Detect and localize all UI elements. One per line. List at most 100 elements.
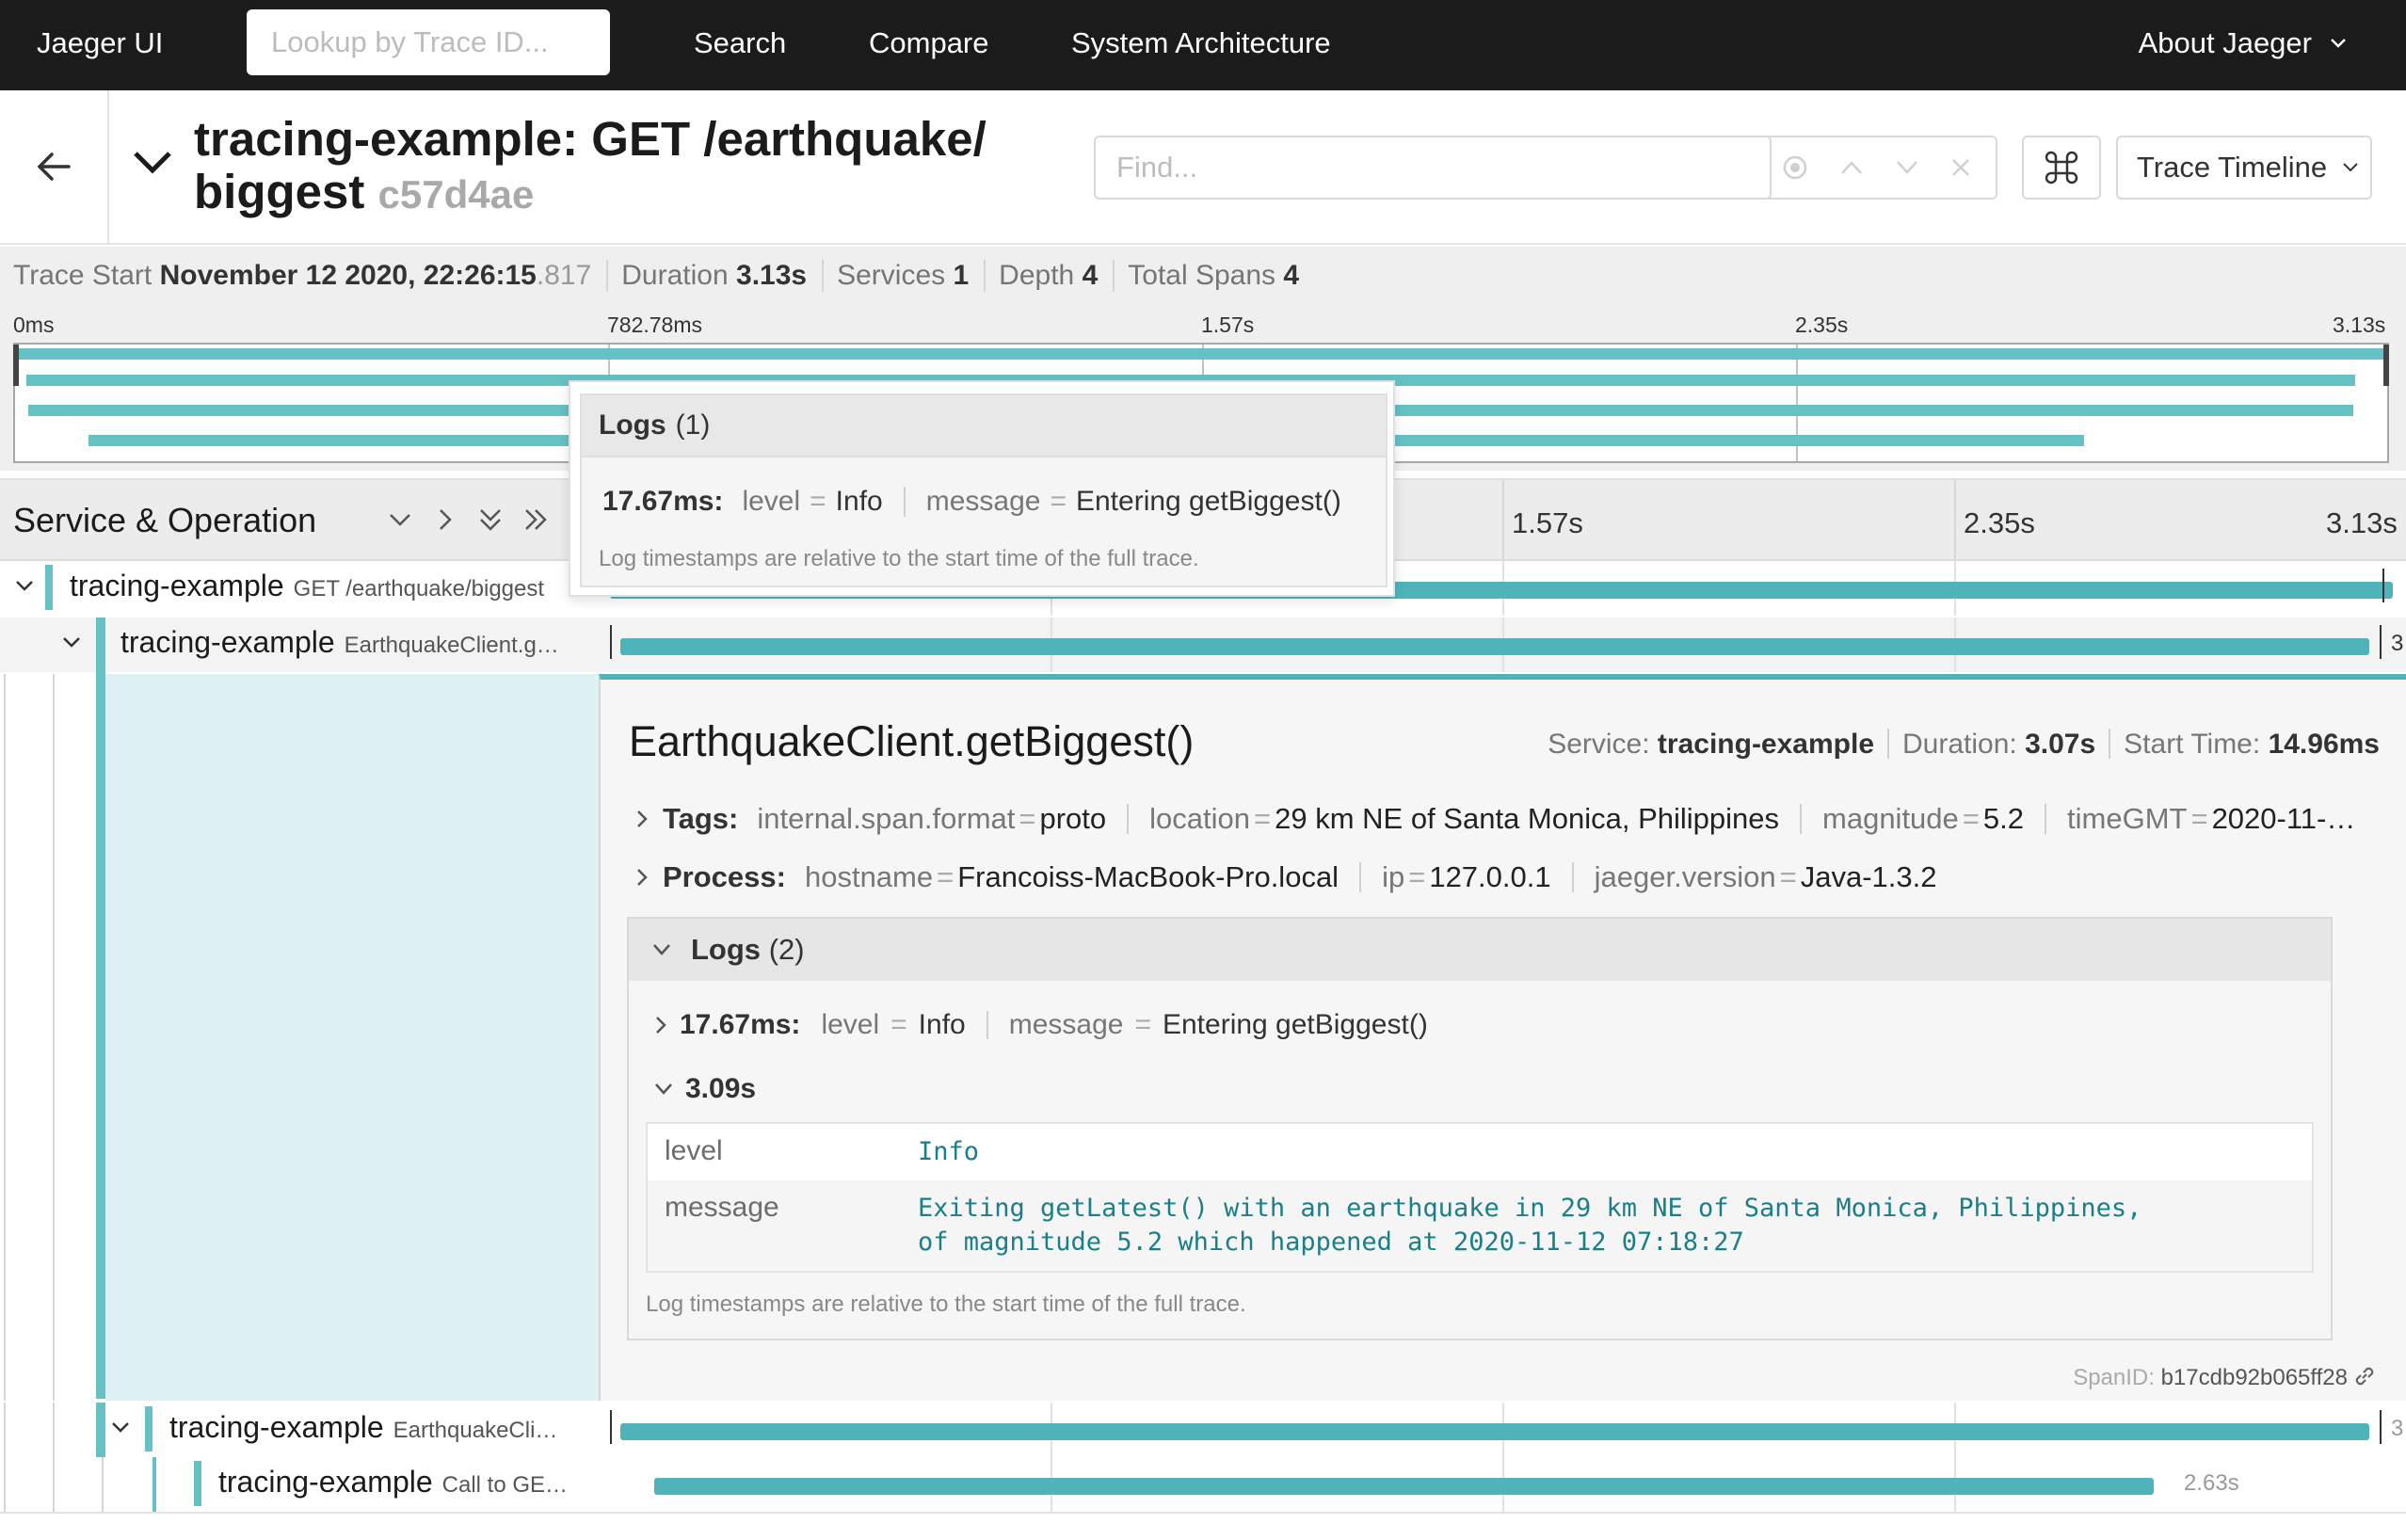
back-button[interactable] (0, 90, 109, 243)
find-controls (1756, 136, 1997, 200)
link-icon[interactable] (2351, 1363, 2378, 1389)
trace-summary: Trace Start November 12 2020, 22:26:15.8… (0, 247, 2406, 305)
span-detail-title: EarthquakeClient.getBiggest() (629, 717, 1195, 765)
trace-total-spans: Total Spans 4 (1128, 260, 1300, 291)
chevron-down-icon (2331, 39, 2346, 48)
span-label-cell[interactable]: tracing-example Call to GE… (0, 1457, 599, 1512)
tags-row[interactable]: Tags: internal.span.format = proto locatio… (634, 802, 2355, 836)
span-duration-label: 3 (2391, 1416, 2404, 1441)
span-end-tick (2382, 569, 2384, 602)
trace-id-lookup-input[interactable] (247, 9, 610, 75)
span-end-tick (2380, 1410, 2382, 1444)
collapse-one-icon[interactable] (386, 503, 414, 537)
span-label-cell[interactable]: tracing-example EarthquakeClient.g… (0, 618, 599, 674)
chevron-up-icon[interactable] (1839, 159, 1864, 176)
span-name: tracing-example GET /earthquake/biggest (70, 569, 545, 602)
expand-controls (386, 503, 550, 537)
process-row[interactable]: Process: hostname = Francoiss-MacBook-Pro.… (634, 860, 1937, 894)
expand-one-icon[interactable] (431, 503, 459, 537)
keyboard-shortcuts-button[interactable] (2022, 136, 2101, 200)
top-nav: Jaeger UI Search Compare System Architec… (0, 0, 2406, 90)
timeline-tick: 1.57s (1512, 506, 1583, 539)
span-row[interactable]: tracing-example Call to GE… 2.63s (0, 1457, 2406, 1512)
chevron-down-icon[interactable] (653, 1082, 674, 1097)
span-detail-meta: Service: tracing-example Duration: 3.07s… (1548, 729, 2380, 760)
view-mode-select[interactable]: Trace Timeline (2116, 136, 2372, 200)
brand-link[interactable]: Jaeger UI (37, 26, 163, 60)
logs-header[interactable]: Logs (2) (629, 919, 2331, 981)
nav-system-architecture-link[interactable]: System Architecture (1071, 26, 1331, 60)
detail-indent-gutter (0, 640, 599, 1401)
minimap-tick: 1.57s (1201, 313, 1255, 337)
log-field-row: message Exiting getLatest() with an eart… (647, 1180, 2313, 1272)
span-bar-cell[interactable]: 2.63s (599, 1457, 2406, 1512)
popover-footnote: Log timestamps are relative to the start… (599, 546, 1199, 571)
chevron-down-icon[interactable] (651, 942, 672, 957)
trace-start: Trace Start November 12 2020, 22:26:15.8… (13, 260, 609, 292)
span-start-tick (610, 1410, 612, 1444)
about-jaeger-menu[interactable]: About Jaeger (2139, 26, 2348, 60)
span-row[interactable]: tracing-example EarthquakeCli… 3 (0, 1403, 2406, 1457)
span-name: tracing-example EarthquakeClient.g… (120, 625, 559, 659)
expand-all-icon[interactable] (521, 503, 550, 537)
service-color-marker (96, 640, 105, 1399)
chevron-down-icon[interactable] (109, 1416, 132, 1438)
logs-popover: Logs (1) 17.67ms: level = Info message = Ente… (569, 380, 1395, 597)
about-jaeger-label: About Jaeger (2138, 26, 2312, 59)
timeline-tick: 2.35s (1964, 506, 2035, 539)
span-detail: EarthquakeClient.getBiggest() Service: t… (599, 674, 2406, 1401)
timeline-gridline (1502, 480, 1504, 561)
collapse-all-icon[interactable] (476, 503, 505, 537)
minimap-right-handle[interactable] (2383, 345, 2389, 386)
trace-id: c57d4ae (377, 172, 535, 217)
nav-search-link[interactable]: Search (694, 26, 786, 60)
service-color-marker (194, 1461, 201, 1506)
span-bar-cell[interactable]: 3 (599, 1403, 2406, 1457)
logs-footnote: Log timestamps are relative to the start… (646, 1291, 1246, 1317)
log-field-value: Exiting getLatest() with an earthquake i… (918, 1194, 2142, 1257)
locate-icon[interactable] (1782, 154, 1808, 181)
table-bottom-border (0, 1512, 2406, 1514)
find-input[interactable] (1096, 139, 1472, 196)
trace-title-line1: tracing-example: GET /earthquake/ (194, 112, 986, 166)
service-color-marker (145, 1406, 152, 1452)
chevron-right-icon[interactable] (653, 1014, 668, 1036)
span-end-tick (2380, 625, 2382, 659)
span-label-cell[interactable]: tracing-example GET /earthquake/biggest (0, 561, 599, 616)
trace-title: tracing-example: GET /earthquake/ bigges… (194, 113, 1041, 221)
chevron-right-icon[interactable] (634, 808, 650, 830)
chevron-down-icon[interactable] (60, 631, 83, 653)
trace-title-line2: biggest (194, 165, 365, 218)
nav-compare-link[interactable]: Compare (869, 26, 989, 60)
command-key-icon (2045, 151, 2078, 184)
span-bar[interactable] (654, 1478, 2155, 1495)
minimap-tick: 0ms (13, 313, 55, 337)
service-color-marker (45, 565, 53, 610)
chevron-down-icon[interactable] (13, 574, 36, 597)
log-fields-table: level Info message Exiting getLatest() w… (646, 1122, 2314, 1273)
span-label-cell[interactable]: tracing-example EarthquakeCli… (0, 1403, 599, 1457)
log-field-value: Info (918, 1137, 980, 1166)
chevron-down-icon (2343, 163, 2358, 172)
minimap-left-handle[interactable] (13, 345, 19, 386)
trace-duration: Duration 3.13s (621, 260, 825, 292)
log-entry-collapsed[interactable]: 17.67ms: level = Info message = Entering get… (653, 1009, 1428, 1041)
find-box (1094, 136, 1772, 200)
log-entry-expanded[interactable]: 3.09s (653, 1073, 756, 1105)
collapse-trace-button[interactable] (132, 149, 173, 175)
view-mode-label: Trace Timeline (2137, 151, 2328, 184)
chevron-down-icon[interactable] (1895, 159, 1919, 176)
close-icon[interactable] (1950, 157, 1971, 178)
span-bar[interactable] (620, 638, 2370, 655)
log-field-row: level Info (647, 1123, 2313, 1180)
span-bar-cell[interactable]: 3 (599, 618, 2406, 672)
trace-header: tracing-example: GET /earthquake/ bigges… (0, 90, 2406, 245)
timeline-gridline (1954, 480, 1956, 561)
trace-depth: Depth 4 (999, 260, 1115, 292)
chevron-right-icon[interactable] (634, 866, 650, 889)
span-row[interactable]: tracing-example EarthquakeClient.g… 3 (0, 618, 2406, 674)
span-bar[interactable] (620, 1423, 2370, 1440)
popover-logs-header: Logs (1) (582, 395, 1386, 457)
minimap-tick: 3.13s (2333, 313, 2386, 337)
span-name: tracing-example Call to GE… (218, 1465, 569, 1499)
